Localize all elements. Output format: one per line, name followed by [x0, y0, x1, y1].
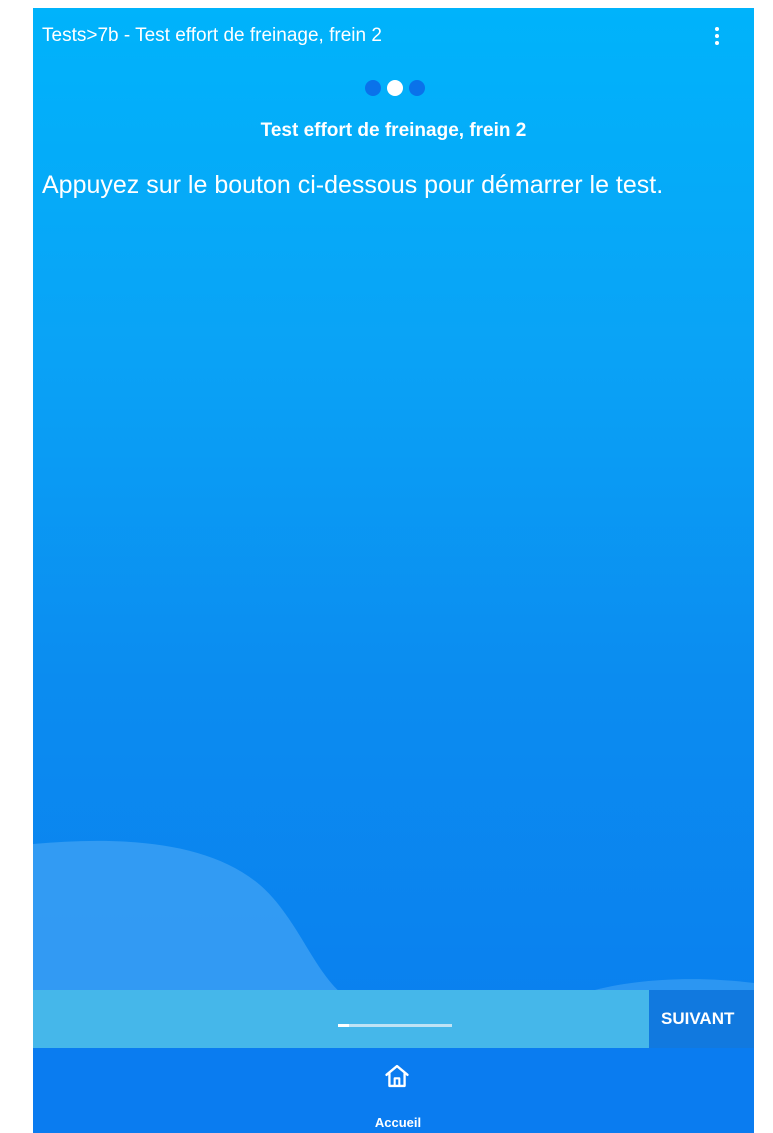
more-vert-icon[interactable] [705, 24, 729, 48]
background-waves [33, 840, 754, 1006]
step-dot-3 [409, 80, 425, 96]
next-button[interactable]: SUIVANT [649, 990, 754, 1048]
bottom-nav: Accueil [33, 1048, 754, 1133]
step-dot-1 [365, 80, 381, 96]
progress-bar [338, 1024, 452, 1027]
progress-strip [33, 990, 649, 1048]
step-indicator [355, 79, 435, 97]
nav-item-home[interactable]: Accueil [353, 1048, 443, 1133]
step-title: Test effort de freinage, frein 2 [260, 120, 527, 141]
progress-fill [338, 1024, 350, 1027]
home-icon [385, 1064, 409, 1088]
nav-item-label: Accueil [374, 1115, 422, 1130]
step-dot-2 [387, 80, 403, 96]
instruction-text: Appuyez sur le bouton ci-dessous pour dé… [42, 171, 664, 199]
breadcrumb: Tests>7b - Test effort de freinage, frei… [42, 25, 382, 46]
app-screen: Tests>7b - Test effort de freinage, frei… [33, 8, 754, 1133]
app-bar: Tests>7b - Test effort de freinage, frei… [33, 8, 754, 66]
